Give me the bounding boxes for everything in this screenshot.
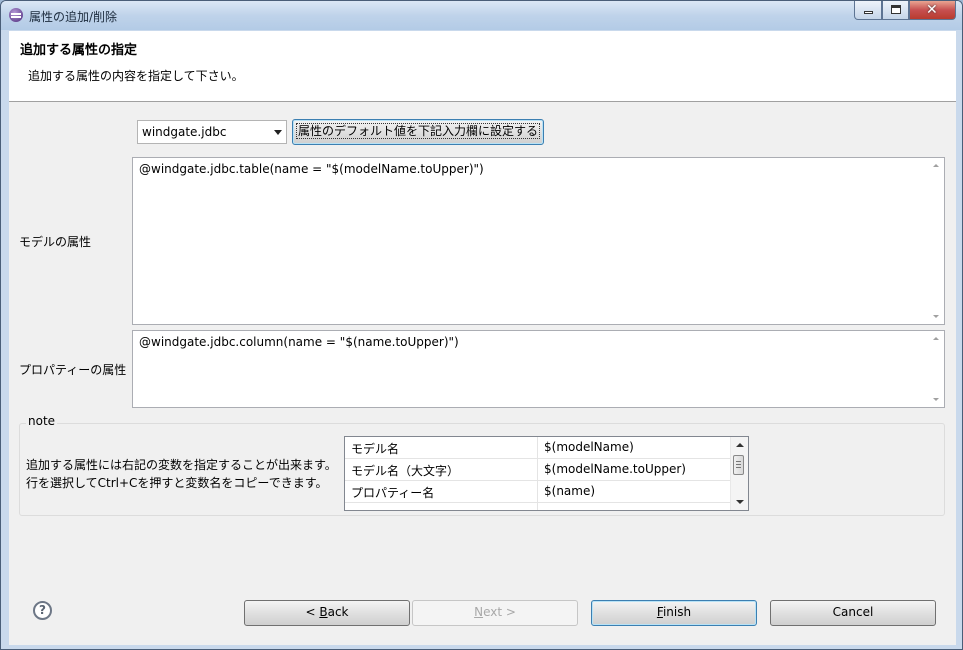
maximize-icon [891,5,901,14]
property-attribute-label: プロパティーの属性 [19,363,127,377]
back-prefix: < [305,605,320,619]
note-line-2: 行を選択してCtrl+Cを押すと変数名をコピーできます。 [26,476,328,490]
variable-name: モデル名（大文字） [351,464,460,478]
scroll-up-icon [933,337,939,340]
finish-rest: inish [662,605,692,619]
page-description: 追加する属性の内容を指定して下さい。 [28,69,244,83]
cancel-button[interactable]: Cancel [770,600,936,626]
page-title: 追加する属性の指定 [20,43,138,58]
close-icon: ✕ [926,2,938,18]
set-default-label: 属性のデフォルト値を下記入力欄に設定する [295,123,541,139]
annotation-type-combo[interactable]: windgate.jdbc [137,120,287,144]
note-legend: note [26,414,58,428]
model-attribute-scrollbar[interactable] [928,158,944,324]
model-attribute-label: モデルの属性 [19,235,92,249]
eclipse-icon [9,8,23,22]
scroll-down-icon [933,398,939,401]
table-row[interactable]: プロパティー名 $(name) [345,481,731,503]
set-default-button[interactable]: 属性のデフォルト値を下記入力欄に設定する [292,119,544,145]
scroll-up-icon[interactable] [736,443,744,447]
property-attribute-textarea[interactable]: @windgate.jdbc.column(name = "$(name.toU… [132,330,945,408]
combo-value: windgate.jdbc [142,125,227,139]
dialog-window: 属性の追加/削除 ✕ 追加する属性の指定 追加する属性の内容を指定して下さい。 … [0,0,963,650]
scroll-thumb[interactable] [733,455,744,475]
close-button[interactable]: ✕ [909,1,956,20]
next-button[interactable]: Next > [412,600,578,626]
back-mnemonic: B [319,605,328,619]
wizard-header: 追加する属性の指定 追加する属性の内容を指定して下さい。 [9,31,956,102]
variable-value: $(modelName) [544,440,634,454]
scroll-up-icon [933,164,939,167]
back-button[interactable]: < Back [244,600,410,626]
dialog-content: 追加する属性の指定 追加する属性の内容を指定して下さい。 windgate.jd… [9,31,956,645]
model-attribute-text: @windgate.jdbc.table(name = "$(modelName… [139,162,484,176]
note-text: 追加する属性には右記の変数を指定することが出来ます。 行を選択してCtrl+Cを… [26,456,337,492]
column-divider [537,437,538,459]
next-mnemonic: N [474,605,484,619]
next-rest: ext > [483,605,516,619]
scroll-down-icon[interactable] [736,500,744,504]
finish-button[interactable]: Finish [591,600,757,626]
variable-value: $(name) [544,484,596,498]
table-scrollbar[interactable] [730,437,748,510]
column-divider [537,481,538,503]
help-icon[interactable]: ? [33,601,52,620]
property-attribute-text: @windgate.jdbc.column(name = "$(name.toU… [139,335,459,349]
variable-name: プロパティー名 [351,486,435,500]
back-rest: ack [327,605,349,619]
minimize-button[interactable] [854,1,882,20]
variable-value: $(modelName.toUpper) [544,462,686,476]
variable-name: モデル名 [351,442,400,456]
column-divider [537,459,538,481]
note-line-1: 追加する属性には右記の変数を指定することが出来ます。 [26,458,337,472]
maximize-button[interactable] [882,1,909,20]
scroll-down-icon [933,315,939,318]
dropdown-arrow-icon [274,130,282,135]
window-title: 属性の追加/削除 [29,10,118,24]
variable-table[interactable]: モデル名 $(modelName) モデル名（大文字） $(modelName.… [344,436,749,511]
table-row[interactable]: モデル名（大文字） $(modelName.toUpper) [345,459,731,481]
table-row[interactable]: モデル名 $(modelName) [345,437,731,459]
column-divider [537,503,538,510]
table-row-partial[interactable] [345,503,731,510]
minimize-icon [864,11,873,14]
property-attribute-scrollbar[interactable] [928,331,944,407]
model-attribute-textarea[interactable]: @windgate.jdbc.table(name = "$(modelName… [132,157,945,325]
title-bar[interactable]: 属性の追加/削除 ✕ [1,1,962,30]
